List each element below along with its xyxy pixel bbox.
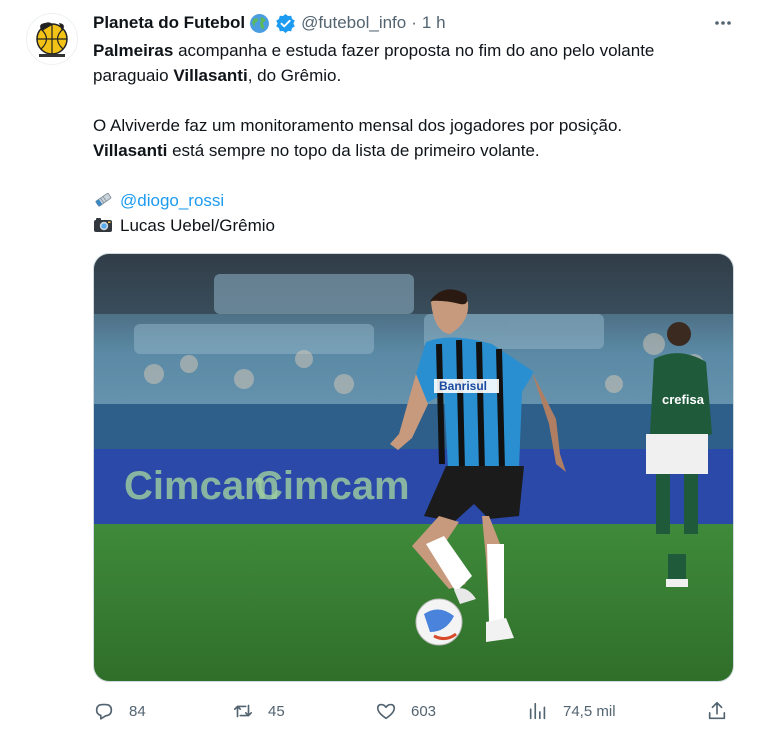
- paperclip-icon: [95, 192, 112, 207]
- reply-icon: [95, 703, 113, 720]
- tweet-text: Palmeiras acompanha e estuda fazer propo…: [93, 38, 743, 238]
- repost-icon: [233, 704, 253, 718]
- timestamp[interactable]: 1 h: [422, 13, 446, 33]
- more-button[interactable]: [710, 12, 736, 34]
- football-photo: Cimcam Cimcam crefisa Banrisul: [94, 254, 733, 681]
- views-button[interactable]: 74,5 mil: [527, 697, 616, 725]
- text-line: O Alviverde faz um monitoramento mensal …: [93, 116, 623, 135]
- camera-icon: [94, 218, 112, 232]
- author-name[interactable]: Planeta do Futebol: [93, 13, 245, 33]
- text-line: paraguaio Villasanti, do Grêmio.: [93, 63, 743, 88]
- tweet-header: Planeta do Futebol @futebol_info · 1 h: [93, 12, 446, 34]
- like-count: 603: [411, 702, 437, 720]
- more-icon: [715, 21, 731, 25]
- globe-icon: [250, 13, 270, 33]
- bold-player: Villasanti: [173, 66, 248, 85]
- views-icon: [529, 702, 546, 720]
- bold-team: Palmeiras: [93, 41, 174, 60]
- text-fragment: está sempre no topo da lista de primeiro…: [167, 141, 540, 160]
- football: [415, 598, 463, 646]
- tweet: Planeta do Futebol @futebol_info · 1 h P…: [0, 0, 762, 730]
- text-fragment: , do Grêmio.: [247, 66, 342, 85]
- share-button[interactable]: [706, 697, 728, 725]
- text-fragment: acompanha e estuda fazer proposta no fim…: [173, 41, 655, 60]
- avatar[interactable]: [26, 13, 78, 65]
- like-button[interactable]: 603: [375, 697, 436, 725]
- opponent-sponsor: crefisa: [662, 392, 705, 407]
- bold-player: Villasanti: [93, 141, 168, 160]
- mention-link[interactable]: @diogo_rossi: [120, 191, 224, 210]
- author-handle[interactable]: @futebol_info: [301, 13, 406, 33]
- text-line: Villasanti está sempre no topo da lista …: [93, 138, 743, 163]
- reply-count: 84: [129, 702, 146, 720]
- text-fragment: paraguaio: [93, 66, 174, 85]
- text-line: Palmeiras acompanha e estuda fazer propo…: [93, 38, 743, 63]
- separator-dot: ·: [411, 13, 417, 32]
- verified-badge-icon[interactable]: [275, 13, 296, 34]
- sponsor-text: Banrisul: [439, 379, 487, 393]
- like-icon: [376, 703, 396, 720]
- photo-credit: Lucas Uebel/Grêmio: [120, 216, 275, 235]
- action-bar: 84 45 603 74,5 mil: [93, 697, 739, 725]
- tweet-photo[interactable]: Cimcam Cimcam crefisa Banrisul: [93, 253, 734, 682]
- views-count: 74,5 mil: [563, 702, 616, 720]
- board-text: Cimcam: [254, 464, 410, 508]
- planeta-ball-logo: [36, 22, 68, 57]
- repost-count: 45: [268, 702, 285, 720]
- share-icon: [708, 701, 726, 720]
- repost-button[interactable]: 45: [232, 697, 285, 725]
- reply-button[interactable]: 84: [93, 697, 146, 725]
- credit-line: @diogo_rossi: [93, 188, 743, 213]
- credit-line: Lucas Uebel/Grêmio: [93, 213, 743, 238]
